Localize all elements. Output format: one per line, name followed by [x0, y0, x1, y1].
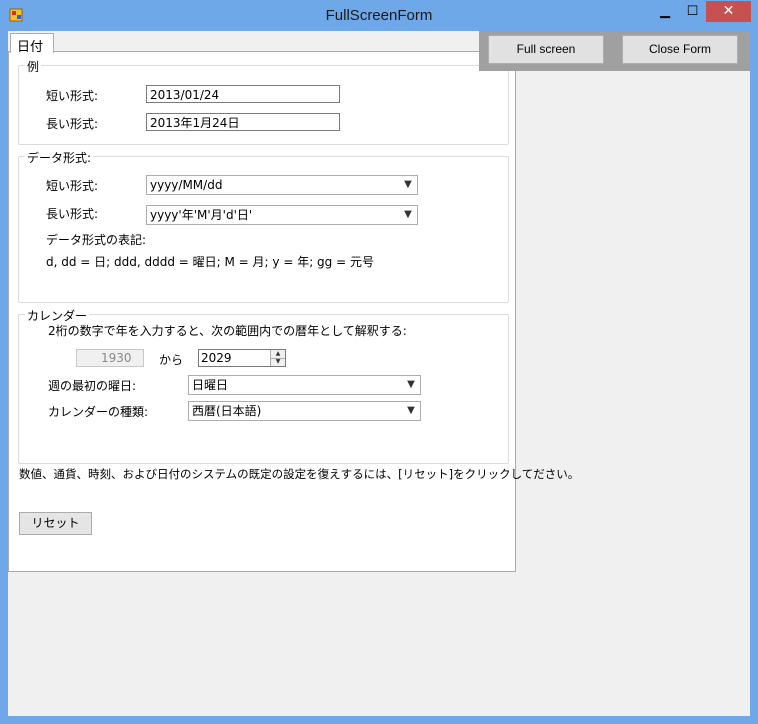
close-button[interactable]: ✕	[706, 1, 751, 22]
tool-panel: Full screen Close Form	[479, 31, 750, 71]
full-screen-button[interactable]: Full screen	[488, 35, 604, 64]
calendar-group: カレンダー 2桁の数字で年を入力すると、次の範囲内での暦年として解釈する: 19…	[18, 307, 509, 464]
data-format-group: データ形式: 短い形式: yyyy/MM/dd ▼ 長い形式: yyyy'年'M…	[18, 149, 509, 303]
reset-hint: 数値、通貨、時刻、および日付のシステムの既定の設定を復えするには、[リセット]を…	[19, 467, 580, 481]
example-long-field[interactable]: 2013年1月24日	[146, 113, 340, 131]
data-format-group-title: データ形式:	[25, 149, 94, 166]
close-form-button[interactable]: Close Form	[622, 35, 738, 64]
format-long-value: yyyy'年'M'月'd'日'	[150, 208, 253, 222]
to-year-value: 2029	[201, 351, 232, 365]
tab-date-label: 日付	[17, 40, 44, 55]
minimize-button[interactable]: ▁	[651, 1, 679, 22]
format-short-select[interactable]: yyyy/MM/dd ▼	[146, 175, 418, 195]
chevron-down-icon: ▼	[404, 209, 412, 220]
tab-control: 日付 例 短い形式: 2013/01/24 長い形式: 2013年1月24日 デ…	[8, 31, 579, 572]
format-long-label: 長い形式:	[46, 207, 99, 221]
to-year-spin-buttons: ▲ ▼	[270, 350, 285, 366]
example-long-label: 長い形式:	[46, 117, 99, 131]
tab-page-date: 例 短い形式: 2013/01/24 長い形式: 2013年1月24日 データ形…	[8, 51, 579, 572]
spin-down-icon[interactable]: ▼	[271, 358, 285, 366]
example-short-field[interactable]: 2013/01/24	[146, 85, 340, 103]
from-label: から	[159, 353, 184, 367]
chevron-down-icon: ▼	[407, 379, 415, 390]
maximize-button[interactable]: ☐	[679, 1, 706, 22]
app-window: FullScreenForm ▁ ☐ ✕ 日付 例 短い形式: 2013/01/…	[0, 0, 758, 724]
first-day-value: 日曜日	[192, 378, 229, 392]
chevron-down-icon: ▼	[404, 179, 412, 190]
from-year-field: 1930	[76, 349, 144, 367]
notation-text: d, dd = 日; ddd, dddd = 曜日; M = 月; y = 年;…	[46, 255, 374, 269]
calendar-type-select[interactable]: 西暦(日本語) ▼	[188, 401, 421, 421]
window-title: FullScreenForm	[325, 7, 433, 24]
tab-date[interactable]: 日付	[10, 33, 54, 55]
notation-label: データ形式の表記:	[46, 233, 147, 247]
first-day-select[interactable]: 日曜日 ▼	[188, 375, 421, 395]
example-group-title: 例	[25, 58, 42, 75]
example-group: 例 短い形式: 2013/01/24 長い形式: 2013年1月24日	[18, 58, 509, 145]
format-short-label: 短い形式:	[46, 179, 99, 193]
two-digit-year-text: 2桁の数字で年を入力すると、次の範囲内での暦年として解釈する:	[48, 324, 407, 338]
calendar-type-label: カレンダーの種類:	[48, 405, 149, 419]
title-bar[interactable]: FullScreenForm ▁ ☐ ✕	[0, 0, 758, 31]
to-year-stepper[interactable]: 2029 ▲ ▼	[198, 349, 286, 367]
calendar-type-value: 西暦(日本語)	[192, 404, 262, 418]
client-area: 日付 例 短い形式: 2013/01/24 長い形式: 2013年1月24日 デ…	[8, 31, 750, 716]
example-short-label: 短い形式:	[46, 89, 99, 103]
chevron-down-icon: ▼	[407, 405, 415, 416]
reset-button[interactable]: リセット	[19, 512, 92, 535]
format-long-select[interactable]: yyyy'年'M'月'd'日' ▼	[146, 205, 418, 225]
first-day-label: 週の最初の曜日:	[48, 379, 137, 393]
format-short-value: yyyy/MM/dd	[150, 178, 223, 192]
